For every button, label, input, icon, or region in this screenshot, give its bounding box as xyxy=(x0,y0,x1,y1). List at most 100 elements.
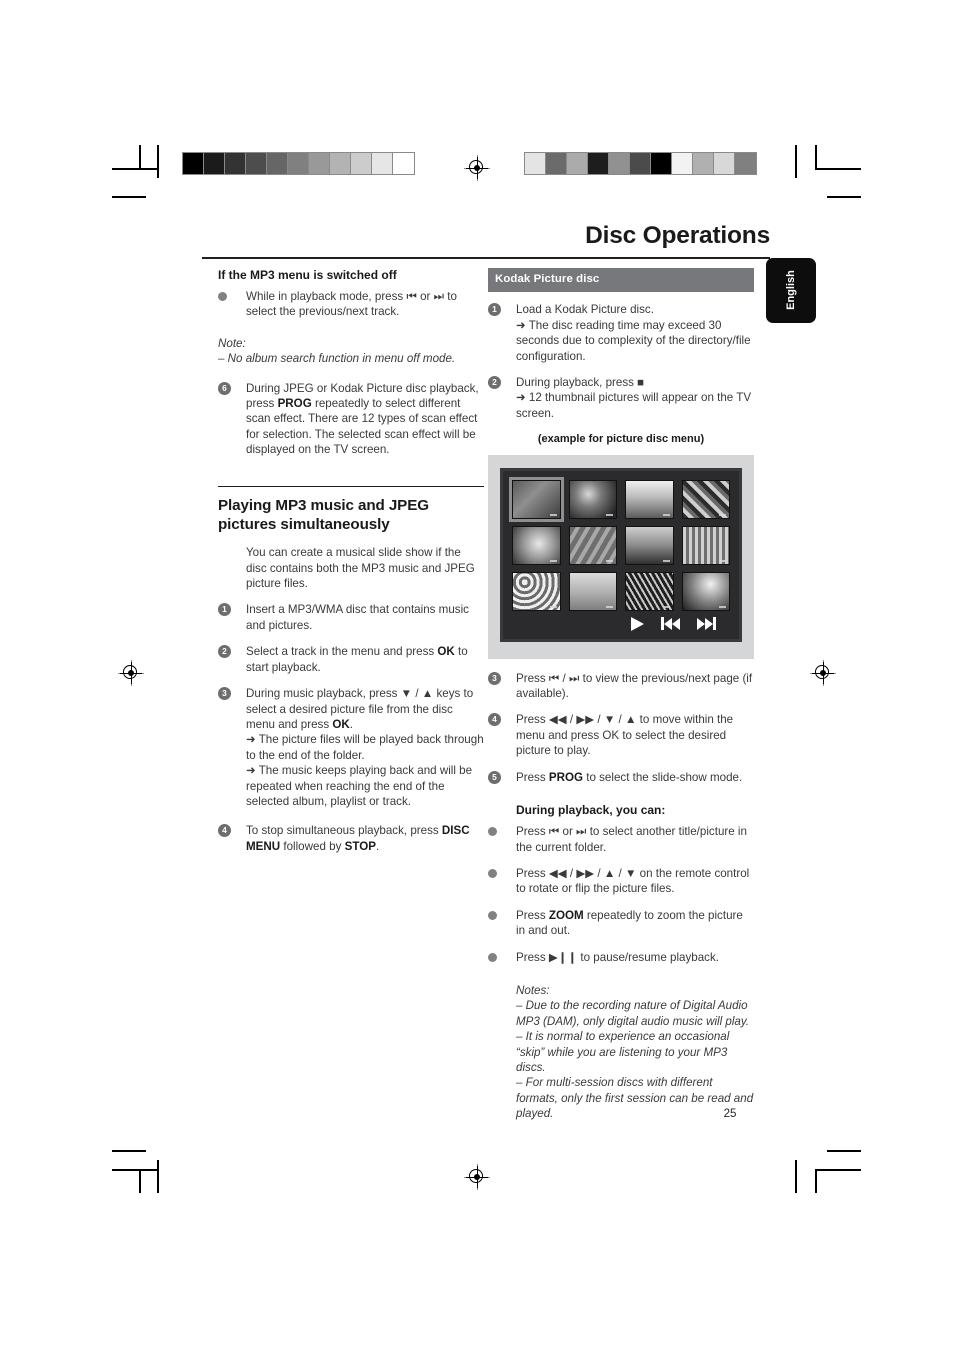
playback-bullet-2: Press ◀◀ / ▶▶ / ▲ / ▼ on the remote cont… xyxy=(516,866,750,896)
crop-mark-bottom-left-h2 xyxy=(112,1169,158,1171)
page-number: 25 xyxy=(723,1108,737,1120)
right-column: Kodak Picture disc 1 Load a Kodak Pictur… xyxy=(488,268,754,1133)
gray-swatch xyxy=(588,153,609,174)
keyword-prog-2: PROG xyxy=(548,770,584,784)
gray-swatch xyxy=(567,153,588,174)
playback-control-bar xyxy=(512,611,730,636)
crop-mark-bottom-left-h xyxy=(112,1150,146,1152)
crop-mark-top-right-h2 xyxy=(827,196,861,198)
gray-swatch xyxy=(525,153,546,174)
gray-swatch xyxy=(630,153,651,174)
during-playback-heading-block: During playback, you can: xyxy=(488,803,754,818)
gray-swatch xyxy=(672,153,693,174)
list-item: Press ◀◀ / ▶▶ / ▲ / ▼ on the remote cont… xyxy=(488,866,754,897)
step-1-text: Insert a MP3/WMA disc that contains musi… xyxy=(246,603,469,632)
section-heading-block: Playing MP3 music and JPEG pictures simu… xyxy=(218,485,484,535)
registration-target-top xyxy=(464,155,490,181)
keyword-ok-2: OK xyxy=(332,717,350,731)
crop-mark-bottom-right-h xyxy=(815,1169,861,1171)
thumbnail-item[interactable] xyxy=(625,525,674,565)
crop-mark-top-right-v2 xyxy=(815,145,817,169)
previous-icon[interactable] xyxy=(661,617,680,631)
list-item: Press ZOOM repeatedly to zoom the pictur… xyxy=(488,908,754,939)
note-label: Note: xyxy=(218,336,246,350)
step-1-left: 1 Insert a MP3/WMA disc that contains mu… xyxy=(218,602,484,633)
thumbnail-label xyxy=(719,559,726,562)
step-marker-r4: 4 xyxy=(488,713,501,727)
step-3-text-b: . xyxy=(349,717,353,731)
registration-target-right xyxy=(810,660,836,686)
thumbnail-grid xyxy=(509,476,730,611)
thumbnail-label xyxy=(606,559,613,562)
step-marker-2: 2 xyxy=(218,645,231,659)
play-icon[interactable] xyxy=(631,616,644,631)
step-4-right: 4 Press ◀◀ / ▶▶ / ▼ / ▲ to move within t… xyxy=(488,712,754,758)
crop-mark-top-right-h xyxy=(815,168,861,170)
step-r5-text-b: to select the slide-show mode. xyxy=(583,770,743,784)
step-r1-result-1: ➜ The disc reading time may exceed 30 se… xyxy=(516,318,751,363)
notes-label: Notes: xyxy=(516,983,550,997)
playback-bullet-1: Press ⏮ or ⏭ to select another title/pic… xyxy=(516,825,747,854)
thumbnail-item[interactable] xyxy=(568,525,617,565)
subheading-during-playback: During playback, you can: xyxy=(516,803,666,818)
section-heading-line-1: Playing MP3 music and JPEG xyxy=(218,497,429,515)
step-marker-3: 3 xyxy=(218,687,231,701)
list-item: Press ⏮ or ⏭ to select another title/pic… xyxy=(488,824,754,855)
left-column: If the MP3 menu is switched off While in… xyxy=(218,268,484,865)
thumbnail-label xyxy=(606,605,613,608)
section-heading-line-2: pictures simultaneously xyxy=(218,516,390,534)
bullet-icon xyxy=(488,827,497,837)
step-r4-text: Press ◀◀ / ▶▶ / ▼ / ▲ to move within the… xyxy=(516,713,734,758)
step-marker-r3: 3 xyxy=(488,671,501,685)
step-4-text-a: To stop simultaneous playback, press xyxy=(246,824,442,838)
thumbnail-item[interactable] xyxy=(509,476,564,522)
crop-mark-bottom-right-h2 xyxy=(827,1150,861,1152)
gray-swatch xyxy=(546,153,567,174)
thumbnail-item[interactable] xyxy=(681,479,730,519)
step-2-text-a: Select a track in the menu and press xyxy=(246,645,438,659)
language-tab: English xyxy=(766,258,816,323)
thumbnail-item[interactable] xyxy=(625,479,674,519)
gray-swatch xyxy=(693,153,714,174)
mp3-menu-off-heading-block: If the MP3 menu is switched off xyxy=(218,268,484,283)
bullet-icon xyxy=(218,292,227,301)
bullet-icon xyxy=(488,952,497,962)
thumbnail-item[interactable] xyxy=(681,525,730,565)
section-intro: You can create a musical slide show if t… xyxy=(246,546,475,591)
thumbnail-item[interactable] xyxy=(625,571,674,611)
crop-mark-top-right-v xyxy=(795,145,797,178)
gray-swatch xyxy=(714,153,735,174)
next-icon[interactable] xyxy=(697,617,716,631)
keyword-ok-1: OK xyxy=(437,645,455,659)
thumbnail-item[interactable] xyxy=(512,525,561,565)
crop-mark-bottom-left-v xyxy=(139,1169,141,1193)
step-6: 6 During JPEG or Kodak Picture disc play… xyxy=(218,381,484,458)
crop-mark-bottom-right-v2 xyxy=(815,1169,817,1193)
step-r2-text: During playback, press ■ xyxy=(516,376,645,390)
step-r2-result-1: ➜ 12 thumbnail pictures will appear on t… xyxy=(516,391,752,420)
page-canvas: Disc Operations English If the MP3 menu … xyxy=(0,0,954,1351)
step-3-result-2: ➜ The music keeps playing back and will … xyxy=(246,764,473,808)
thumbnail-item[interactable] xyxy=(512,571,561,611)
thumbnail-item[interactable] xyxy=(568,479,617,519)
step-marker-6: 6 xyxy=(218,381,231,395)
picture-disc-menu-figure xyxy=(488,454,754,659)
gray-swatch xyxy=(351,153,372,174)
crop-mark-top-left-v xyxy=(139,145,141,169)
gray-swatch xyxy=(204,153,225,174)
gray-swatch xyxy=(609,153,630,174)
keyword-prog: PROG xyxy=(277,397,312,411)
registration-target-bottom xyxy=(464,1164,490,1190)
step-3-left: 3 During music playback, press ▼ / ▲ key… xyxy=(218,686,484,809)
thumbnail-label xyxy=(662,513,670,516)
gray-swatch xyxy=(267,153,288,174)
keyword-stop: STOP xyxy=(344,839,376,853)
list-item: Press ▶❙❙ to pause/resume playback. xyxy=(488,950,754,965)
gray-swatch xyxy=(183,153,204,174)
language-tab-label: English xyxy=(785,270,797,310)
step-4-text-b: followed by xyxy=(280,839,345,853)
crop-mark-bottom-left-v2 xyxy=(157,1160,159,1193)
thumbnail-label xyxy=(549,513,557,516)
thumbnail-item[interactable] xyxy=(568,571,617,611)
thumbnail-item[interactable] xyxy=(681,571,730,611)
